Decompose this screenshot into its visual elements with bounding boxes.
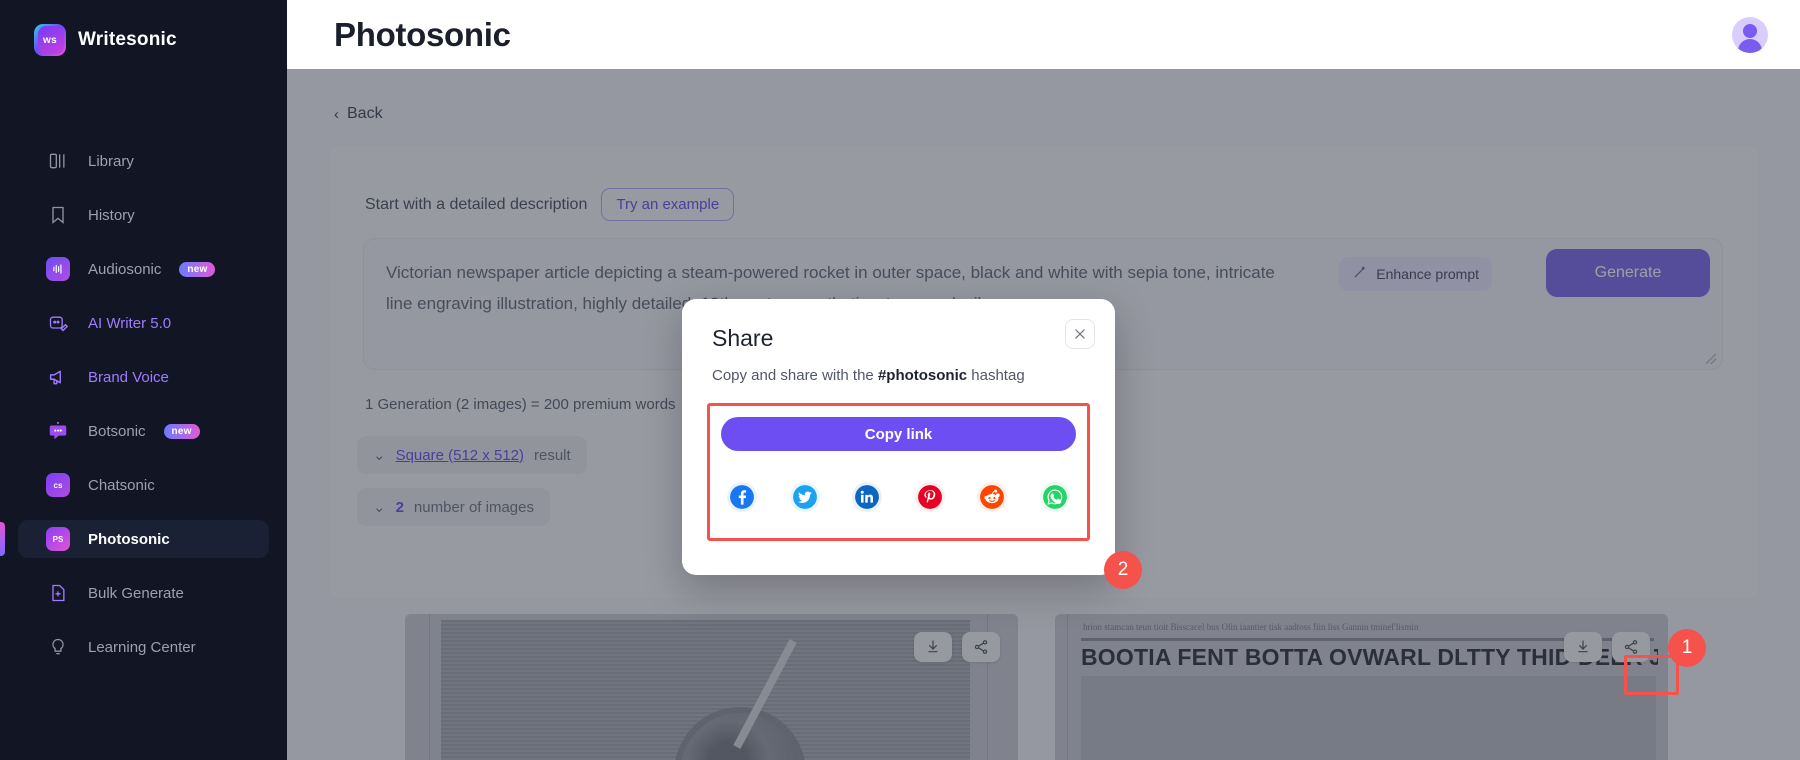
- brand-mark-text: ws: [43, 34, 57, 46]
- hashtag-text: #photosonic: [877, 367, 968, 384]
- sidebar-item-photosonic[interactable]: PS Photosonic: [0, 520, 269, 558]
- ai-writer-icon: [46, 311, 70, 335]
- audiosonic-icon: [46, 257, 70, 281]
- close-icon[interactable]: [1065, 319, 1095, 349]
- share-actions-highlight: Copy link: [707, 403, 1090, 541]
- library-icon: [46, 149, 70, 173]
- file-plus-icon: [46, 581, 70, 605]
- sidebar-nav: Library History Audiosonic new AI Writer…: [0, 142, 287, 666]
- share-button-highlight: [1624, 655, 1679, 695]
- subtitle-suffix: hashtag: [967, 367, 1025, 384]
- pinterest-icon[interactable]: [914, 482, 945, 512]
- chatsonic-badge: cs: [46, 473, 70, 497]
- writesonic-mark-icon: ws: [34, 24, 66, 56]
- app-root: ws Writesonic Library History Audiosonic…: [0, 0, 1800, 760]
- bot-icon: [46, 419, 70, 443]
- sidebar-item-label: Audiosonic: [88, 260, 162, 278]
- photosonic-icon: PS: [46, 527, 70, 551]
- new-badge: new: [163, 423, 200, 439]
- sidebar-item-label: Chatsonic: [88, 476, 155, 494]
- bookmark-icon: [46, 203, 70, 227]
- sidebar-item-label: Botsonic: [88, 422, 146, 440]
- new-badge: new: [179, 261, 216, 277]
- sidebar-item-audiosonic[interactable]: Audiosonic new: [18, 250, 269, 288]
- share-modal-title: Share: [712, 325, 774, 351]
- photosonic-badge: PS: [46, 527, 70, 551]
- page-title: Photosonic: [334, 15, 511, 53]
- whatsapp-icon[interactable]: [1039, 482, 1070, 512]
- share-modal: Share Copy and share with the #photosoni…: [682, 299, 1115, 575]
- sidebar-item-botsonic[interactable]: Botsonic new: [18, 412, 269, 450]
- copy-link-button[interactable]: Copy link: [721, 417, 1076, 451]
- sidebar-item-label: Learning Center: [88, 638, 196, 656]
- step-badge-1: 1: [1668, 629, 1706, 667]
- sidebar-item-label: AI Writer 5.0: [88, 314, 172, 332]
- brand-name: Writesonic: [78, 29, 177, 50]
- facebook-icon[interactable]: [727, 482, 757, 512]
- sidebar-item-chatsonic[interactable]: cs Chatsonic: [18, 466, 269, 504]
- sidebar-item-label: Brand Voice: [88, 368, 169, 386]
- brand-logo[interactable]: ws Writesonic: [0, 0, 287, 56]
- sidebar-item-history[interactable]: History: [18, 196, 269, 234]
- social-share-row: [721, 466, 1076, 528]
- sidebar-item-brand-voice[interactable]: Brand Voice: [18, 358, 269, 396]
- share-modal-subtitle: Copy and share with the #photosonic hash…: [712, 367, 1025, 384]
- sidebar: ws Writesonic Library History Audiosonic…: [0, 0, 287, 760]
- step-badge-2: 2: [1104, 551, 1142, 589]
- sidebar-item-label: Library: [88, 152, 134, 170]
- megaphone-icon: [46, 365, 70, 389]
- linkedin-icon[interactable]: [852, 482, 883, 512]
- chatsonic-icon: cs: [46, 473, 70, 497]
- sidebar-item-label: Bulk Generate: [88, 584, 184, 602]
- sidebar-item-label: Photosonic: [88, 530, 170, 548]
- sidebar-item-bulk-generate[interactable]: Bulk Generate: [18, 574, 269, 612]
- top-bar: Photosonic: [287, 0, 1800, 69]
- subtitle-prefix: Copy and share with the: [712, 367, 878, 384]
- avatar[interactable]: [1732, 16, 1768, 53]
- sidebar-item-library[interactable]: Library: [18, 142, 269, 180]
- twitter-icon[interactable]: [789, 482, 820, 512]
- sidebar-item-label: History: [88, 206, 135, 224]
- reddit-icon[interactable]: [977, 482, 1008, 512]
- sidebar-item-learning-center[interactable]: Learning Center: [18, 628, 269, 666]
- sidebar-item-ai-writer[interactable]: AI Writer 5.0: [18, 304, 269, 342]
- bulb-icon: [46, 635, 70, 659]
